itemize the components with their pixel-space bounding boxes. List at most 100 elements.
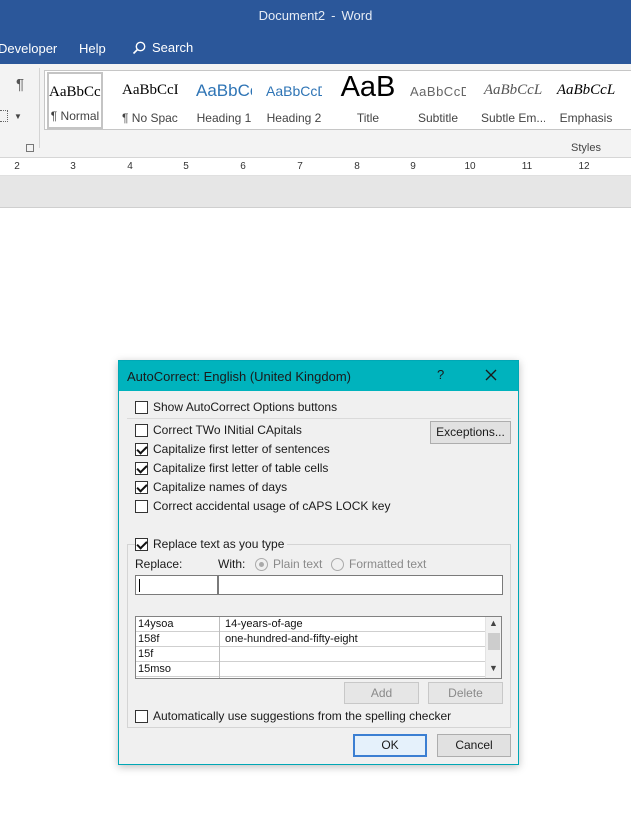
formatted-text-radio[interactable]	[331, 557, 344, 571]
style-preview: AaBbCcL	[483, 82, 543, 98]
ruler-number: 9	[410, 161, 416, 172]
close-icon[interactable]	[483, 367, 499, 383]
search-icon	[132, 41, 146, 54]
replace-as-you-type-checkbox[interactable]	[135, 537, 148, 551]
radio-label: Formatted text	[349, 557, 427, 571]
caps-lock-checkbox[interactable]	[135, 499, 148, 513]
ruler-number: 11	[521, 161, 533, 172]
search-label: Search	[152, 40, 194, 55]
style-subtitle[interactable]: AaBbCcD Subtitle	[410, 72, 466, 129]
checkbox-label: Capitalize first letter of sentences	[153, 442, 330, 456]
scroll-thumb[interactable]	[488, 633, 500, 650]
entry-replace: 15f	[138, 648, 154, 660]
tab-developer[interactable]: Developer	[0, 41, 57, 56]
ruler-number: 7	[297, 161, 303, 172]
cap-table-cells-checkbox[interactable]	[135, 461, 148, 475]
ruler-number: 5	[183, 161, 189, 172]
show-hide-paragraph-icon[interactable]: ¶	[16, 76, 24, 93]
style-heading-2[interactable]: AaBbCcD Heading 2	[266, 72, 322, 129]
entry-replace: 15mso	[138, 663, 172, 675]
cap-first-sentence-checkbox-row[interactable]: Capitalize first letter of sentences	[135, 442, 330, 456]
radio-label: Plain text	[273, 557, 323, 571]
tell-me-search[interactable]: Search	[132, 40, 193, 55]
style-no-spacing[interactable]: AaBbCcI ¶ No Spac...	[122, 72, 178, 129]
list-item[interactable]: 15f	[136, 647, 485, 662]
checkbox-label: Automatically use suggestions from the s…	[153, 709, 452, 723]
replace-input[interactable]	[135, 575, 218, 595]
cap-first-sentence-checkbox[interactable]	[135, 442, 148, 456]
formatted-text-radio-row[interactable]: Formatted text	[331, 557, 426, 571]
auto-suggestions-checkbox[interactable]	[135, 709, 148, 723]
checkbox-label: Capitalize names of days	[153, 480, 288, 494]
divider	[127, 418, 511, 419]
caps-lock-checkbox-row[interactable]: Correct accidental usage of cAPS LOCK ke…	[135, 499, 390, 513]
list-item[interactable]: 15mso	[136, 662, 485, 677]
ruler-number: 2	[14, 161, 20, 172]
style-title[interactable]: AaB Title	[340, 72, 396, 129]
list-icon[interactable]	[0, 110, 8, 122]
entry-with: one-hundred-and-fifty-eight	[225, 633, 358, 645]
style-emphasis[interactable]: AaBbCcL Emphasis	[554, 72, 618, 129]
auto-suggestions-checkbox-row[interactable]: Automatically use suggestions from the s…	[135, 709, 451, 723]
window-title: Document2- Word	[0, 8, 631, 23]
paragraph-dialog-launcher-icon[interactable]	[26, 144, 34, 152]
style-preview: AaBbCcD	[266, 83, 322, 99]
list-scrollbar[interactable]: ▲ ▼	[485, 617, 501, 678]
dialog-title-bar: AutoCorrect: English (United Kingdom) ?	[119, 361, 518, 391]
scroll-up-icon[interactable]: ▲	[489, 618, 498, 628]
plain-text-radio-row[interactable]: Plain text	[255, 557, 322, 571]
chevron-down-icon[interactable]: ▼	[14, 112, 22, 121]
ribbon-tab-bar: Developer Help Search	[0, 32, 631, 64]
style-label: Subtle Em...	[481, 111, 545, 125]
tab-help[interactable]: Help	[79, 41, 106, 56]
list-item[interactable]: 14ysoa 14-years-of-age	[136, 617, 485, 632]
style-heading-1[interactable]: AaBbCc Heading 1	[196, 72, 252, 129]
document-name: Document2	[258, 8, 326, 23]
styles-group-label: Styles	[571, 142, 601, 154]
style-label: Heading 2	[266, 111, 322, 125]
correct-two-initial-checkbox[interactable]	[135, 423, 148, 437]
cap-names-days-checkbox-row[interactable]: Capitalize names of days	[135, 480, 287, 494]
group-divider	[39, 68, 40, 148]
styles-gallery: AaBbCcI ¶ Normal AaBbCcI ¶ No Spac... Aa…	[44, 70, 631, 130]
replace-as-you-type-checkbox-row[interactable]: Replace text as you type	[135, 537, 288, 551]
style-preview: AaBbCcI	[49, 84, 101, 100]
style-subtle-emphasis[interactable]: AaBbCcL Subtle Em...	[481, 72, 545, 129]
plain-text-radio[interactable]	[255, 557, 268, 571]
style-label: ¶ No Spac...	[122, 111, 178, 125]
style-label: Heading 1	[196, 111, 252, 125]
style-preview: AaBbCcL	[556, 82, 616, 98]
scroll-down-icon[interactable]: ▼	[489, 663, 498, 673]
show-options-checkbox-row[interactable]: Show AutoCorrect Options buttons	[135, 400, 337, 414]
horizontal-ruler[interactable]: 2 3 4 5 6 7 8 9 10 11 12	[0, 158, 631, 176]
cancel-button[interactable]: Cancel	[437, 734, 511, 757]
entry-with: 14-years-of-age	[225, 618, 303, 630]
checkbox-label: Show AutoCorrect Options buttons	[153, 400, 338, 414]
exceptions-button[interactable]: Exceptions...	[430, 421, 511, 444]
add-button[interactable]: Add	[344, 682, 419, 704]
column-divider	[219, 617, 220, 678]
list-item[interactable]: 158f one-hundred-and-fifty-eight	[136, 632, 485, 647]
autocorrect-entries-list[interactable]: 14ysoa 14-years-of-age 158f one-hundred-…	[135, 616, 502, 679]
ruler-number: 12	[578, 161, 590, 172]
cap-names-days-checkbox[interactable]	[135, 480, 148, 494]
app-name: Word	[341, 8, 373, 23]
cap-table-cells-checkbox-row[interactable]: Capitalize first letter of table cells	[135, 461, 328, 475]
title-bar: Document2- Word	[0, 0, 631, 32]
show-options-checkbox[interactable]	[135, 400, 148, 414]
delete-button[interactable]: Delete	[428, 682, 503, 704]
help-button[interactable]: ?	[437, 367, 444, 382]
checkbox-label: Correct accidental usage of cAPS LOCK ke…	[153, 499, 391, 513]
style-preview: AaBbCcD	[410, 84, 466, 99]
ok-button[interactable]: OK	[353, 734, 427, 757]
correct-two-initial-checkbox-row[interactable]: Correct TWo INitial CApitals	[135, 423, 302, 437]
style-preview: AaBbCcI	[122, 82, 178, 98]
checkbox-label: Capitalize first letter of table cells	[153, 461, 329, 475]
style-label: Title	[356, 111, 380, 125]
with-input[interactable]	[218, 575, 503, 595]
style-normal[interactable]: AaBbCcI ¶ Normal	[47, 72, 103, 129]
autocorrect-dialog: AutoCorrect: English (United Kingdom) ? …	[118, 360, 519, 765]
ruler-number: 4	[127, 161, 133, 172]
entry-replace: 14ysoa	[138, 618, 174, 630]
replace-label: Replace:	[135, 557, 183, 571]
